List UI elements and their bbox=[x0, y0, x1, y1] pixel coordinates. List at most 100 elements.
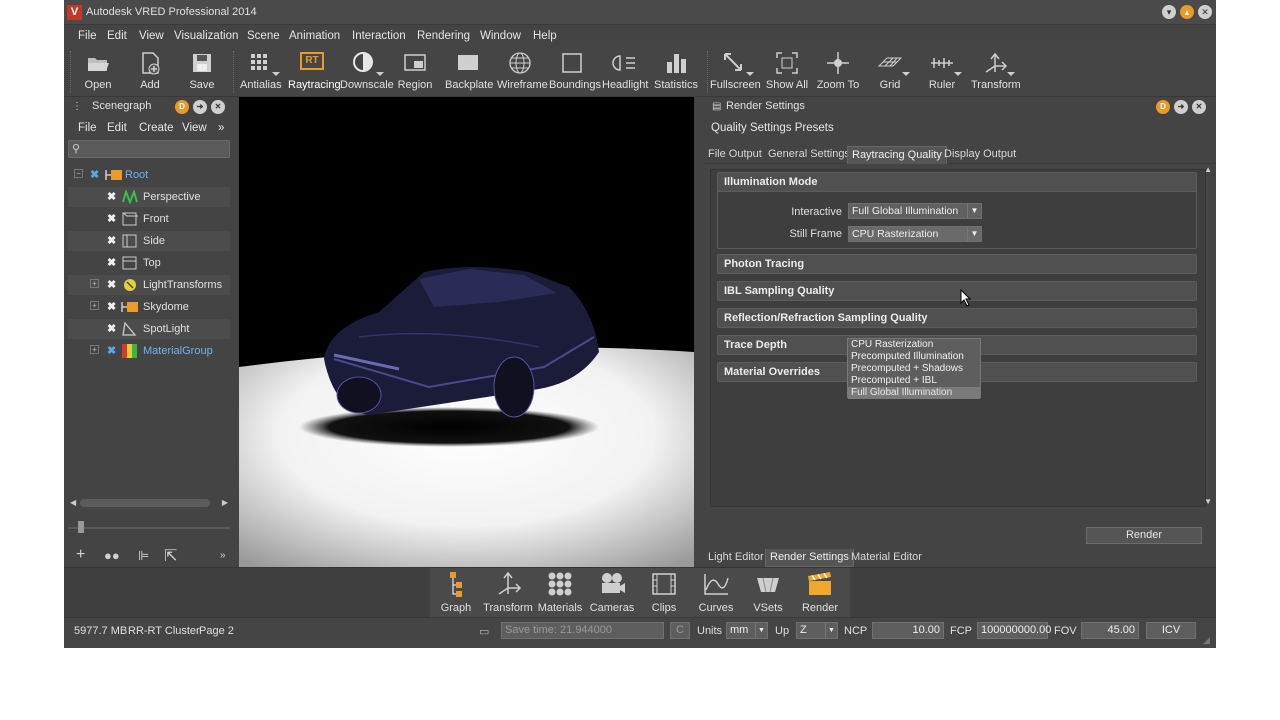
dock-icon[interactable]: D bbox=[1156, 100, 1170, 114]
sg-menu-view[interactable]: View bbox=[182, 122, 207, 134]
menu-rendering[interactable]: Rendering bbox=[417, 30, 470, 42]
fcp-input[interactable]: 100000000.00 bbox=[977, 622, 1051, 639]
maximize-icon[interactable]: ▴ bbox=[1180, 5, 1194, 19]
scenegraph-slider-handle[interactable] bbox=[78, 521, 84, 533]
resize-grip-icon[interactable]: ◢ bbox=[1203, 635, 1213, 645]
menu-help[interactable]: Help bbox=[533, 30, 557, 42]
raytracing-button[interactable]: RT Raytracing bbox=[288, 50, 341, 96]
dropdown-arrow-icon[interactable] bbox=[376, 72, 384, 76]
expand-icon[interactable]: + bbox=[90, 301, 99, 310]
scenegraph-search-input[interactable]: ⚲ bbox=[68, 140, 230, 158]
visibility-toggle-icon[interactable]: ✖ bbox=[107, 234, 116, 247]
tab-general-settings[interactable]: General Settings bbox=[764, 146, 854, 164]
statistics-button[interactable]: Statistics bbox=[653, 50, 699, 96]
fullscreen-button[interactable]: Fullscreen bbox=[710, 50, 761, 96]
tree-node-root[interactable]: − ✖ Root bbox=[68, 165, 230, 185]
menu-visualization[interactable]: Visualization bbox=[174, 30, 238, 42]
zoom-to-button[interactable]: Zoom To bbox=[815, 50, 861, 96]
expand-icon[interactable]: + bbox=[90, 345, 99, 354]
tab-render-settings[interactable]: Render Settings bbox=[765, 549, 854, 567]
icv-button[interactable]: ICV bbox=[1146, 622, 1196, 639]
tree-node-front[interactable]: ✖ Front bbox=[68, 209, 230, 229]
render-viewport[interactable] bbox=[239, 97, 694, 567]
ibl-sampling-quality-header[interactable]: IBL Sampling Quality bbox=[717, 281, 1197, 301]
visibility-toggle-icon[interactable]: ✖ bbox=[107, 278, 116, 291]
tab-display-output[interactable]: Display Output bbox=[940, 146, 1020, 164]
menu-scene[interactable]: Scene bbox=[247, 30, 280, 42]
tree-node-top[interactable]: ✖ Top bbox=[68, 253, 230, 273]
antialias-button[interactable]: Antialias bbox=[240, 50, 282, 96]
option-precomputed-ibl[interactable]: Precomputed + IBL bbox=[848, 375, 980, 387]
expand-icon[interactable]: + bbox=[90, 279, 99, 288]
move-node-icon[interactable]: ⇱ bbox=[164, 546, 177, 566]
option-cpu-rasterization[interactable]: CPU Rasterization bbox=[848, 339, 980, 351]
dock-curves-button[interactable]: Curves bbox=[690, 570, 742, 614]
tree-node-spotlight[interactable]: ✖ SpotLight bbox=[68, 319, 230, 339]
render-button[interactable]: Render bbox=[1086, 527, 1202, 544]
terminal-icon[interactable]: ▭ bbox=[479, 625, 489, 638]
visibility-toggle-icon[interactable]: ✖ bbox=[107, 256, 116, 269]
visibility-toggle-icon[interactable]: ✖ bbox=[107, 212, 116, 225]
tab-file-output[interactable]: File Output bbox=[704, 146, 766, 164]
menu-window[interactable]: Window bbox=[480, 30, 521, 42]
tab-light-editor[interactable]: Light Editor bbox=[704, 549, 768, 567]
option-precomputed-illumination[interactable]: Precomputed Illumination bbox=[848, 351, 980, 363]
tree-node-materialgroup[interactable]: + ✖ MaterialGroup bbox=[68, 341, 230, 361]
visibility-toggle-icon[interactable]: ✖ bbox=[90, 168, 99, 181]
visibility-toggle-icon[interactable]: ✖ bbox=[107, 190, 116, 203]
dropdown-arrow-icon[interactable] bbox=[954, 72, 962, 76]
sg-menu-more[interactable]: » bbox=[218, 122, 224, 134]
dock-transform-button[interactable]: Transform bbox=[482, 570, 534, 614]
dock-materials-button[interactable]: Materials bbox=[534, 570, 586, 614]
clone-icon[interactable]: ●● bbox=[104, 548, 120, 563]
sg-menu-create[interactable]: Create bbox=[139, 122, 174, 134]
dock-vsets-button[interactable]: VSets bbox=[742, 570, 794, 614]
close-icon[interactable]: ✕ bbox=[1192, 100, 1206, 114]
fov-input[interactable]: 45.00 bbox=[1081, 622, 1139, 639]
toolbar-grip[interactable] bbox=[70, 51, 73, 93]
grid-button[interactable]: Grid bbox=[870, 50, 910, 96]
backplate-button[interactable]: Backplate bbox=[445, 50, 493, 96]
tab-material-editor[interactable]: Material Editor bbox=[847, 549, 926, 567]
scenegraph-horizontal-scrollbar[interactable]: ◀ ▶ bbox=[68, 497, 230, 509]
add-button[interactable]: Add bbox=[132, 50, 168, 96]
dock-graph-button[interactable]: Graph bbox=[430, 570, 482, 614]
scroll-down-icon[interactable]: ▼ bbox=[1204, 497, 1212, 506]
tree-node-perspective[interactable]: ✖ Perspective bbox=[68, 187, 230, 207]
tab-raytracing-quality[interactable]: Raytracing Quality bbox=[847, 146, 947, 164]
open-button[interactable]: Open bbox=[78, 50, 118, 96]
units-select[interactable]: mm ▼ bbox=[726, 622, 768, 639]
scrollbar-thumb[interactable] bbox=[80, 499, 210, 507]
c-button[interactable]: C bbox=[670, 622, 690, 639]
menu-edit[interactable]: Edit bbox=[107, 30, 127, 42]
add-node-icon[interactable]: + bbox=[76, 546, 85, 564]
scroll-right-icon[interactable]: ▶ bbox=[222, 498, 228, 507]
still-frame-illumination-select[interactable]: CPU Rasterization ▼ bbox=[848, 226, 982, 242]
dock-render-button[interactable]: Render bbox=[794, 570, 846, 614]
menu-animation[interactable]: Animation bbox=[289, 30, 340, 42]
toolbar-grip[interactable] bbox=[233, 51, 236, 93]
dropdown-arrow-icon[interactable] bbox=[746, 72, 754, 76]
transform-button[interactable]: Transform bbox=[971, 50, 1021, 96]
region-button[interactable]: Region bbox=[396, 50, 434, 96]
dock-cameras-button[interactable]: Cameras bbox=[586, 570, 638, 614]
ruler-button[interactable]: Ruler bbox=[922, 50, 962, 96]
boundings-button[interactable]: Boundings bbox=[549, 50, 601, 96]
float-icon[interactable]: ➜ bbox=[1174, 100, 1188, 114]
show-all-button[interactable]: Show All bbox=[764, 50, 810, 96]
sg-menu-edit[interactable]: Edit bbox=[107, 122, 127, 134]
close-icon[interactable]: ✕ bbox=[1198, 5, 1212, 19]
visibility-toggle-icon[interactable]: ✖ bbox=[107, 300, 116, 313]
tree-node-lighttransforms[interactable]: + ✖ LightTransforms bbox=[68, 275, 230, 295]
headlight-button[interactable]: Headlight bbox=[602, 50, 648, 96]
visibility-toggle-icon[interactable]: ✖ bbox=[107, 322, 116, 335]
minimize-icon[interactable]: ▾ bbox=[1162, 5, 1176, 19]
quality-settings-presets-menu[interactable]: Quality Settings Presets bbox=[711, 122, 834, 134]
dock-clips-button[interactable]: Clips bbox=[638, 570, 690, 614]
float-icon[interactable]: ➜ bbox=[193, 100, 207, 114]
visibility-toggle-icon[interactable]: ✖ bbox=[107, 344, 116, 357]
dropdown-arrow-icon[interactable] bbox=[1007, 72, 1015, 76]
photon-tracing-header[interactable]: Photon Tracing bbox=[717, 254, 1197, 274]
dropdown-arrow-icon[interactable] bbox=[272, 72, 280, 76]
dock-icon[interactable]: D bbox=[175, 100, 189, 114]
